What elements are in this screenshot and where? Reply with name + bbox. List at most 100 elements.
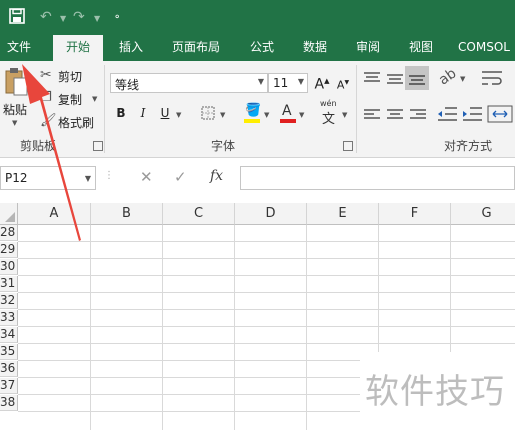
column-header-b[interactable]: B (91, 203, 163, 225)
row-header[interactable]: 33 (0, 310, 18, 326)
grid-line (90, 225, 91, 430)
column-header-f[interactable]: F (379, 203, 451, 225)
insert-function-button[interactable]: fx (210, 168, 223, 184)
row-header[interactable]: 36 (0, 361, 18, 377)
row-header[interactable]: 34 (0, 327, 18, 343)
copy-icon[interactable]: ❐ (40, 90, 52, 105)
row-header[interactable]: 30 (0, 259, 18, 275)
chevron-down-icon[interactable]: ▼ (85, 174, 91, 183)
scissors-icon[interactable]: ✂ (40, 67, 52, 83)
wrap-text-icon[interactable] (480, 69, 504, 87)
tab-data[interactable]: 数据 (294, 35, 336, 61)
orientation-dropdown-icon[interactable]: ▼ (460, 75, 465, 83)
italic-button[interactable]: I (134, 103, 152, 123)
bold-button[interactable]: B (112, 103, 130, 123)
name-box[interactable]: P12 ▼ (0, 166, 96, 190)
formula-input[interactable] (240, 166, 515, 190)
column-header-a[interactable]: A (18, 203, 91, 225)
decrease-indent-icon[interactable] (436, 106, 458, 122)
watermark: 软件技巧 (360, 352, 515, 430)
phonetic-dropdown-icon[interactable]: ▼ (342, 111, 347, 119)
increase-indent-icon[interactable] (461, 106, 483, 122)
clipboard-group-label: 剪贴板 (20, 139, 57, 153)
grid-line (306, 225, 307, 430)
border-icon[interactable] (201, 106, 215, 120)
undo-icon[interactable]: ↶ (40, 8, 52, 26)
row-header[interactable]: 35 (0, 344, 18, 360)
cut-button[interactable]: 剪切 (58, 68, 82, 85)
paste-dropdown-icon[interactable]: ▼ (12, 119, 17, 127)
underline-button[interactable]: U (156, 103, 174, 123)
column-header-d[interactable]: D (235, 203, 307, 225)
font-color-swatch (280, 119, 296, 123)
phonetic-guide-button[interactable]: wén 文 (318, 99, 340, 127)
tab-view[interactable]: 视图 (400, 35, 442, 61)
tab-formulas[interactable]: 公式 (241, 35, 283, 61)
paste-label[interactable]: 粘贴 (3, 101, 27, 118)
font-color-dropdown-icon[interactable]: ▼ (299, 111, 304, 119)
select-all-button[interactable] (0, 203, 18, 225)
row-header[interactable]: 38 (0, 395, 18, 411)
tab-insert[interactable]: 插入 (110, 35, 152, 61)
alignment-group-label: 对齐方式 (444, 139, 493, 153)
font-color-button[interactable]: A (279, 103, 297, 125)
grid-line (18, 275, 515, 276)
column-header-e[interactable]: E (307, 203, 379, 225)
font-name-select[interactable]: 等线 ▼ (110, 73, 268, 93)
column-header-c[interactable]: C (163, 203, 235, 225)
fill-color-button[interactable]: 🪣 (243, 103, 261, 125)
font-name-value: 等线 (115, 78, 140, 92)
format-painter-icon[interactable]: 🖌 (40, 113, 57, 128)
font-size-value: 11 (273, 76, 289, 90)
align-middle-icon[interactable] (385, 71, 405, 85)
enter-icon[interactable]: ✓ (174, 168, 187, 186)
orientation-icon[interactable]: ab (436, 65, 459, 88)
clipboard-launcher-icon[interactable] (93, 141, 103, 151)
save-icon[interactable] (9, 8, 25, 24)
customize-quick-access-icon[interactable]: ⚬ (113, 9, 121, 27)
grid-line (234, 225, 235, 430)
chevron-down-icon: ▼ (297, 77, 304, 86)
font-launcher-icon[interactable] (343, 141, 353, 151)
grid-line (18, 258, 515, 259)
redo-icon[interactable]: ↷ (73, 8, 85, 26)
undo-dropdown-icon[interactable]: ▼ (60, 10, 66, 28)
shrink-font-button[interactable]: A▼ (334, 73, 352, 96)
align-left-icon[interactable] (362, 108, 382, 122)
format-painter-button[interactable]: 格式刷 (58, 114, 94, 131)
font-size-select[interactable]: 11 ▼ (268, 73, 308, 93)
align-right-icon[interactable] (408, 108, 428, 122)
redo-dropdown-icon[interactable]: ▼ (94, 10, 100, 28)
tab-comsol[interactable]: COMSOL (453, 35, 515, 61)
merge-center-icon[interactable] (487, 105, 513, 123)
border-dropdown-icon[interactable]: ▼ (220, 111, 225, 119)
formula-bar: P12 ▼ ⋮ ✕ ✓ fx (0, 158, 515, 202)
tab-page-layout[interactable]: 页面布局 (163, 35, 229, 61)
cancel-icon[interactable]: ✕ (140, 168, 153, 186)
row-header[interactable]: 31 (0, 276, 18, 292)
copy-dropdown-icon[interactable]: ▼ (92, 95, 97, 103)
tab-review[interactable]: 审阅 (347, 35, 389, 61)
ribbon-tabs: 文件 开始 插入 页面布局 公式 数据 审阅 视图 COMSOL (0, 35, 515, 61)
tab-home[interactable]: 开始 (53, 35, 103, 61)
row-header[interactable]: 32 (0, 293, 18, 309)
paste-icon[interactable] (4, 67, 28, 97)
underline-dropdown-icon[interactable]: ▼ (176, 111, 181, 119)
grid-line (18, 343, 515, 344)
font-group-label: 字体 (211, 139, 236, 153)
row-header[interactable]: 29 (0, 242, 18, 258)
paint-bucket-icon: 🪣 (245, 103, 262, 118)
column-header-g[interactable]: G (451, 203, 515, 225)
align-center-icon[interactable] (385, 108, 405, 122)
row-header[interactable]: 37 (0, 378, 18, 394)
align-bottom-button[interactable] (405, 66, 429, 90)
fill-color-dropdown-icon[interactable]: ▼ (264, 111, 269, 119)
grid-line (18, 309, 515, 310)
resize-handle-icon[interactable]: ⋮ (104, 170, 114, 181)
row-header[interactable]: 28 (0, 225, 18, 241)
grow-font-button[interactable]: A▲ (312, 71, 332, 95)
tab-file[interactable]: 文件 (0, 35, 38, 61)
copy-button[interactable]: 复制 (58, 91, 82, 108)
align-top-icon[interactable] (362, 71, 382, 85)
font-color-letter: A (282, 103, 292, 119)
